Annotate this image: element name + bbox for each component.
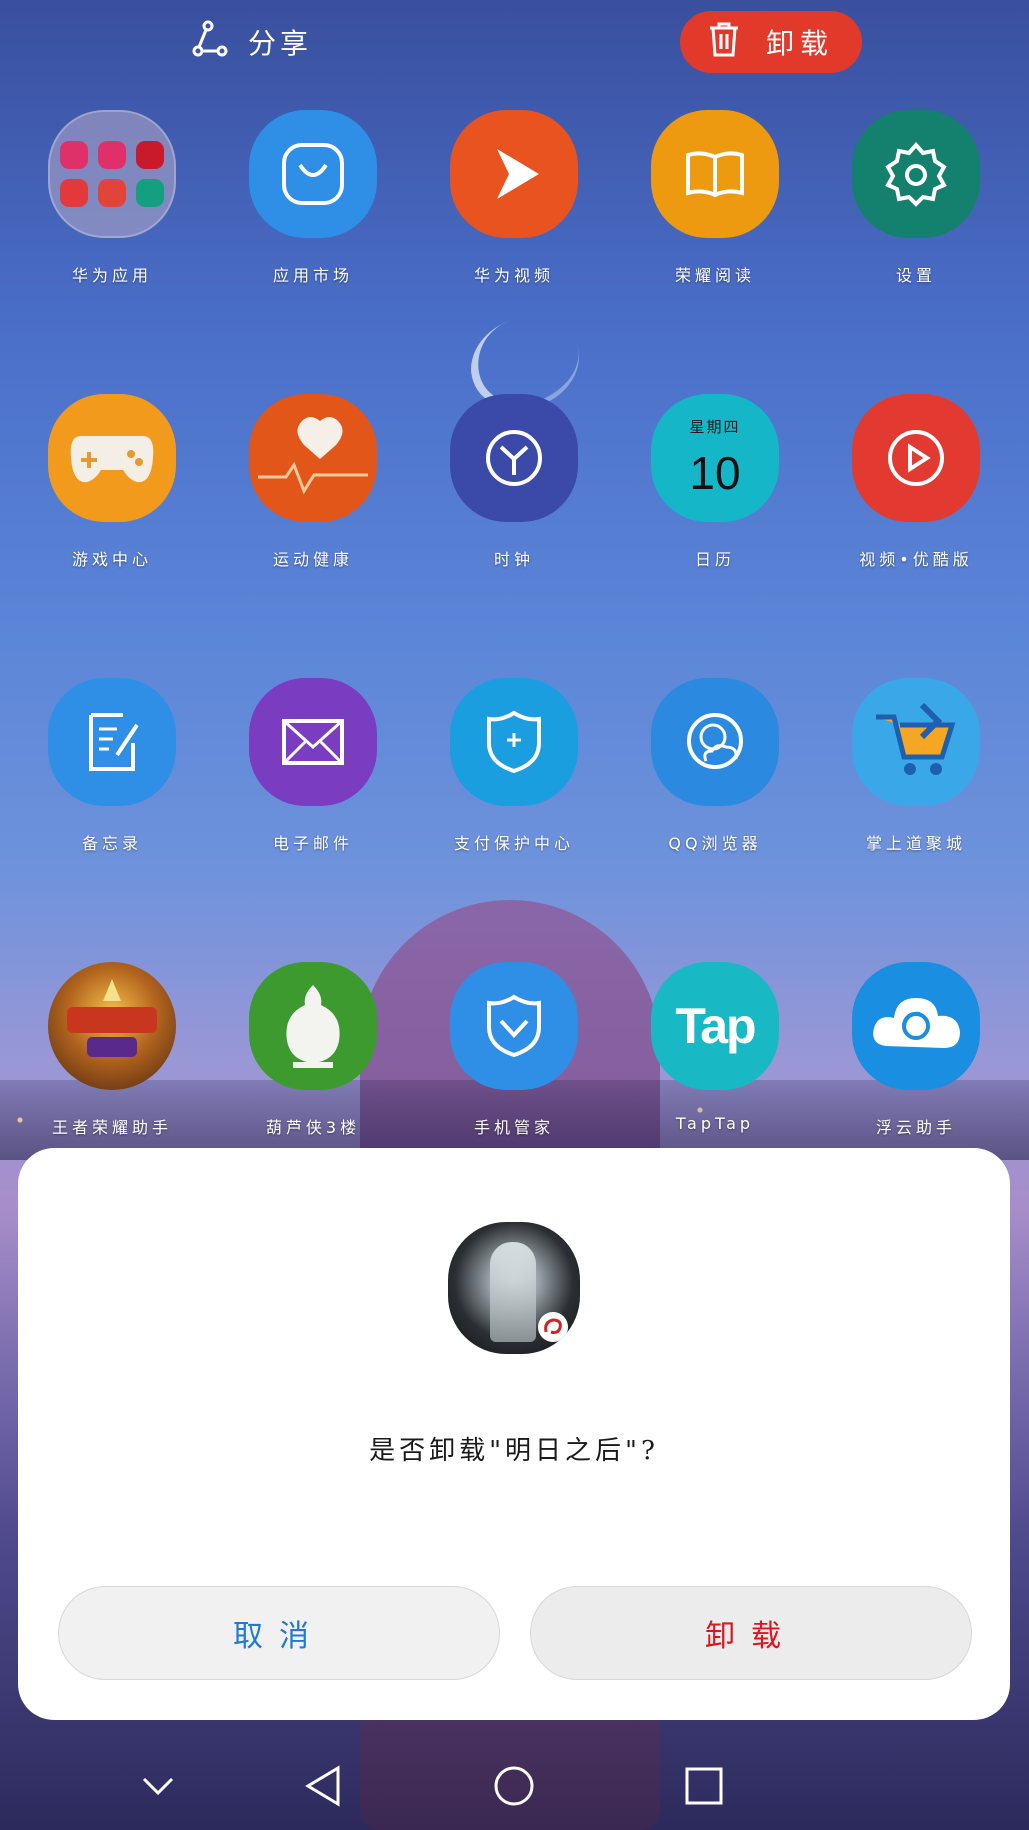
app-label: 游戏中心 [71,550,152,569]
gourd-icon [249,962,377,1090]
app-youku-video[interactable]: 视频•优酷版 [816,394,1016,594]
app-label: 备忘录 [81,834,142,853]
confirm-uninstall-button[interactable]: 卸载 [530,1586,972,1680]
memo-icon [48,678,176,806]
app-label: 支付保护中心 [453,834,574,853]
app-email[interactable]: 电子邮件 [213,678,413,878]
app-fuyun-assistant[interactable]: 浮云助手 [816,962,1016,1162]
app-label: 葫芦侠3楼 [265,1118,361,1137]
uninstall-top-label: 卸载 [765,27,834,60]
chevron-down-icon[interactable] [128,1756,188,1816]
cancel-button[interactable]: 取消 [58,1586,500,1680]
shield-icon [450,678,578,806]
app-payment-protection[interactable]: 支付保护中心 [414,678,614,878]
calendar-icon: 星期四 10 [651,394,779,522]
video-play-icon [450,110,578,238]
cloud-icon [852,962,980,1090]
share-label: 分享 [248,27,313,60]
app-label: 华为视频 [473,266,554,285]
app-game-center[interactable]: 游戏中心 [12,394,212,594]
home-icon[interactable] [484,1756,544,1816]
app-phone-manager[interactable]: 手机管家 [414,962,614,1162]
share-button[interactable]: 分享 [190,14,330,70]
app-label: 华为应用 [71,266,152,285]
shopping-cart-icon [852,678,980,806]
gamepad-icon [48,394,176,522]
app-market[interactable]: 应用市场 [213,110,413,310]
app-label: TapTap [675,1114,755,1133]
app-label: 视频•优酷版 [859,550,973,569]
app-label: 电子邮件 [272,834,353,853]
uninstall-dialog: 是否卸载"明日之后"? 取消 卸载 [18,1148,1010,1720]
app-honor-reading[interactable]: 荣耀阅读 [615,110,815,310]
app-label: 王者荣耀助手 [51,1118,172,1137]
system-navbar [0,1740,1029,1830]
gear-icon [852,110,980,238]
book-icon [651,110,779,238]
share-icon [190,19,230,66]
phone-manager-icon [450,962,578,1090]
app-label: 运动健康 [272,550,353,569]
app-calendar[interactable]: 星期四 10 日历 [615,394,815,594]
app-huluxia[interactable]: 葫芦侠3楼 [213,962,413,1162]
app-market-icon [249,110,377,238]
recents-icon[interactable] [674,1756,734,1816]
trash-icon [708,21,740,64]
app-settings[interactable]: 设置 [816,110,1016,310]
uninstall-top-button[interactable]: 卸载 [680,11,862,73]
app-label: 荣耀阅读 [674,266,755,285]
heart-pulse-icon [249,394,377,522]
folder-icon [48,110,176,238]
app-label: 手机管家 [473,1118,554,1137]
app-memo[interactable]: 备忘录 [12,678,212,878]
calendar-weekday: 星期四 [689,418,741,436]
app-label: 日历 [694,550,735,569]
app-taptap[interactable]: Tap TapTap [615,962,815,1162]
app-label: 应用市场 [272,266,353,285]
clock-icon [450,394,578,522]
browser-icon [651,678,779,806]
figure-silhouette [490,1242,536,1342]
edit-mode-topbar: 分享 卸载 [0,0,1029,86]
app-label: 浮云助手 [875,1118,956,1137]
app-daojucheng[interactable]: 掌上道聚城 [816,678,1016,878]
app-label: 设置 [895,266,936,285]
taptap-icon: Tap [651,962,779,1090]
app-huawei-video[interactable]: 华为视频 [414,110,614,310]
app-qq-browser[interactable]: QQ浏览器 [615,678,815,878]
app-wzry-assistant[interactable]: 王者荣耀助手 [12,962,212,1162]
app-health[interactable]: 运动健康 [213,394,413,594]
mail-icon [249,678,377,806]
dialog-message: 是否卸载"明日之后"? [369,1436,659,1466]
app-huawei-apps-folder[interactable]: 华为应用 [12,110,212,310]
netease-badge-icon [538,1312,568,1342]
back-icon[interactable] [294,1756,354,1816]
game-assistant-icon [48,962,176,1090]
play-circle-icon [852,394,980,522]
app-label: QQ浏览器 [668,834,762,853]
app-label: 时钟 [493,550,534,569]
calendar-date: 10 [689,447,741,499]
app-icon-tomorrow [448,1222,580,1354]
app-clock[interactable]: 时钟 [414,394,614,594]
taptap-logo-text: Tap [675,998,756,1054]
app-label: 掌上道聚城 [865,834,966,853]
